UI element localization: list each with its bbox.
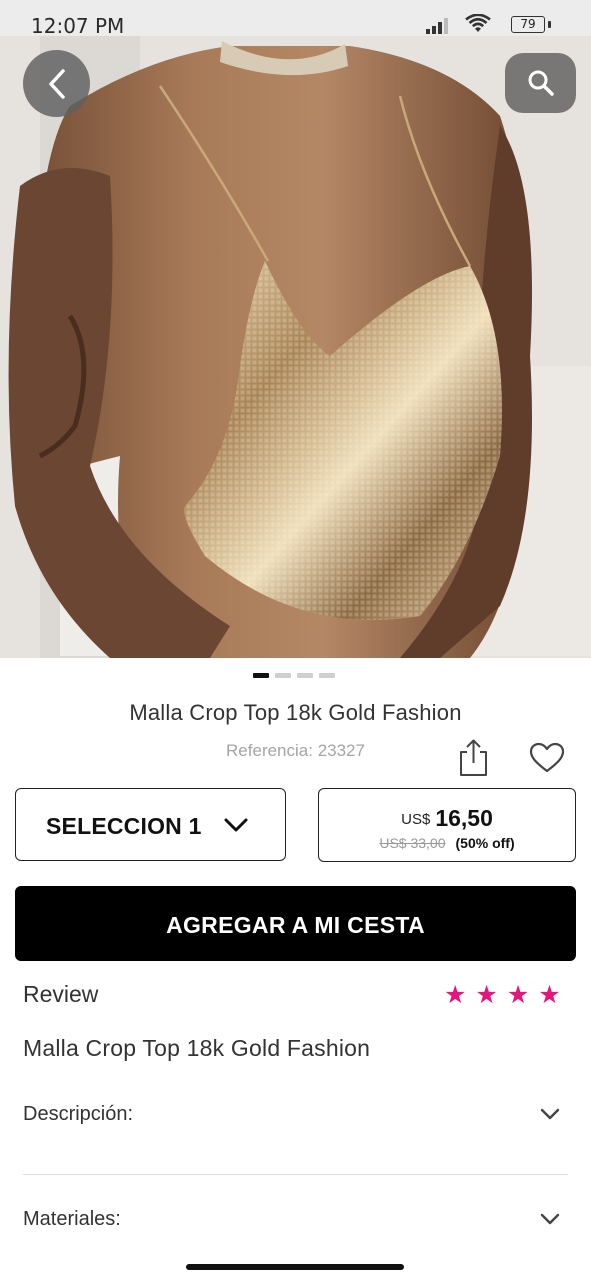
- price-currency: US$: [401, 811, 431, 828]
- chevron-down-icon: [540, 1108, 560, 1120]
- pager-dot-3[interactable]: [297, 673, 313, 678]
- chevron-down-icon: [540, 1213, 560, 1225]
- star-icon: ★: [444, 981, 467, 1009]
- add-to-cart-button[interactable]: AGREGAR A MI CESTA: [15, 886, 576, 961]
- product-reference: Referencia: 23327: [226, 741, 365, 760]
- pager-dot-2[interactable]: [275, 673, 291, 678]
- search-button[interactable]: [505, 53, 576, 113]
- divider: [23, 1174, 568, 1175]
- variant-select-value: SELECCION 1: [46, 813, 202, 839]
- signal-icon: [426, 18, 448, 34]
- pager-dot-1[interactable]: [253, 673, 269, 678]
- status-bar: 12:07 PM 79: [0, 0, 591, 38]
- review-stars[interactable]: ★ ★ ★ ★: [444, 983, 561, 1008]
- chevron-down-icon: [224, 818, 248, 832]
- price-current: 16,50: [435, 805, 493, 831]
- back-arrow-icon: [48, 68, 65, 99]
- star-icon: ★: [538, 981, 561, 1009]
- status-icons: 79: [401, 14, 561, 36]
- review-label: Review: [23, 981, 99, 1007]
- materials-label: Materiales:: [23, 1208, 121, 1230]
- pager-dot-4[interactable]: [319, 673, 335, 678]
- share-icon[interactable]: [456, 738, 492, 778]
- price-old: US$ 33,00: [379, 835, 446, 851]
- variant-select[interactable]: SELECCION 1: [15, 788, 286, 861]
- star-icon: ★: [506, 981, 530, 1009]
- wifi-icon: [465, 14, 491, 32]
- price-box: US$ 16,50 US$ 33,00 (50% off): [318, 788, 576, 862]
- description-label: Descripción:: [23, 1103, 134, 1125]
- status-time: 12:07 PM: [31, 14, 125, 38]
- discount-badge: (50% off): [455, 835, 515, 851]
- image-pager: [253, 673, 335, 679]
- home-indicator[interactable]: [186, 1264, 404, 1270]
- heart-icon[interactable]: [529, 742, 565, 774]
- star-icon: ★: [475, 981, 498, 1009]
- back-button[interactable]: [23, 50, 90, 117]
- materials-section[interactable]: Materiales:: [23, 1208, 568, 1248]
- product-image[interactable]: [0, 36, 591, 658]
- product-title: Malla Crop Top 18k Gold Fashion: [129, 700, 462, 725]
- description-section[interactable]: Descripción:: [23, 1103, 568, 1143]
- battery-icon: 79: [503, 16, 561, 33]
- product-name: Malla Crop Top 18k Gold Fashion: [23, 1035, 371, 1061]
- battery-level: 79: [511, 16, 545, 33]
- product-photo: [0, 36, 591, 658]
- search-icon: [528, 70, 554, 96]
